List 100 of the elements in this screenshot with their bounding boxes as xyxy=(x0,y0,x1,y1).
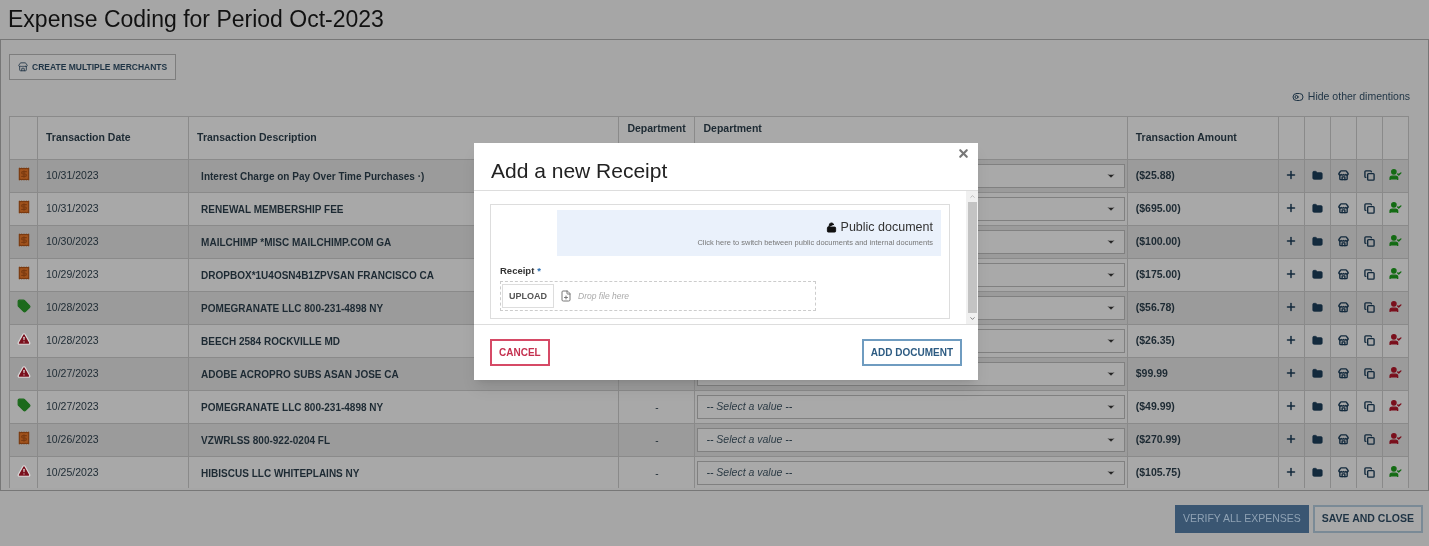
visibility-label: Public document xyxy=(840,219,933,236)
copy-button[interactable] xyxy=(1363,269,1375,280)
verify-button[interactable] xyxy=(1388,333,1402,346)
copy-button[interactable] xyxy=(1363,170,1375,181)
file-icon xyxy=(560,290,572,303)
dropdown-caret-icon xyxy=(1105,402,1116,412)
add-button[interactable] xyxy=(1285,202,1298,214)
add-button[interactable] xyxy=(1285,367,1298,379)
column-header: Transaction Amount xyxy=(1127,116,1279,160)
hide-dimensions-toggle[interactable]: Hide other dimentions xyxy=(1291,90,1410,104)
verify-button[interactable] xyxy=(1388,399,1402,412)
merchant-button[interactable] xyxy=(1337,467,1349,478)
folder-button[interactable] xyxy=(1311,236,1323,247)
department-select[interactable]: -- Select a value -- xyxy=(697,461,1125,485)
verify-button[interactable] xyxy=(1388,432,1402,445)
add-button[interactable] xyxy=(1285,235,1298,247)
date-cell: 10/26/2023 xyxy=(37,423,189,457)
folder-button[interactable] xyxy=(1311,170,1323,181)
add-button[interactable] xyxy=(1285,301,1298,313)
merchant-button[interactable] xyxy=(1337,368,1349,379)
add-button[interactable] xyxy=(1285,400,1298,412)
copy-button[interactable] xyxy=(1363,335,1375,346)
folder-button[interactable] xyxy=(1311,434,1323,445)
dropdown-caret-icon xyxy=(1105,303,1116,313)
scroll-down-icon[interactable] xyxy=(968,315,976,322)
save-close-button[interactable]: SAVE AND CLOSE xyxy=(1312,504,1423,533)
copy-button[interactable] xyxy=(1363,467,1375,478)
amount-cell: ($270.99) xyxy=(1127,423,1279,457)
date-cell: 10/27/2023 xyxy=(37,390,189,424)
description-cell: POMEGRANATE LLC 800-231-4898 NY xyxy=(188,390,619,424)
add-button[interactable] xyxy=(1285,169,1298,181)
amount-cell: ($175.00) xyxy=(1127,258,1279,292)
unlock-icon xyxy=(825,221,837,233)
verify-button[interactable] xyxy=(1388,267,1402,280)
store-icon xyxy=(18,62,28,72)
upload-button[interactable]: UPLOAD xyxy=(502,284,554,309)
add-button[interactable] xyxy=(1285,433,1298,445)
drop-zone[interactable]: UPLOAD Drop file here xyxy=(500,281,816,312)
dropdown-caret-icon xyxy=(1105,270,1116,280)
add-button[interactable] xyxy=(1285,268,1298,280)
folder-button[interactable] xyxy=(1311,302,1323,313)
date-cell: 10/31/2023 xyxy=(37,159,189,193)
date-cell: 10/30/2023 xyxy=(37,225,189,259)
department-value: - xyxy=(655,467,659,479)
copy-button[interactable] xyxy=(1363,368,1375,379)
dropdown-caret-icon xyxy=(1105,336,1116,346)
merchant-button[interactable] xyxy=(1337,236,1349,247)
verify-all-button[interactable]: VERIFY ALL EXPENSES xyxy=(1174,504,1309,533)
dropdown-caret-icon xyxy=(1105,435,1116,445)
folder-button[interactable] xyxy=(1311,269,1323,280)
merchant-button[interactable] xyxy=(1337,335,1349,346)
amount-cell: ($25.88) xyxy=(1127,159,1279,193)
amount-cell: ($49.99) xyxy=(1127,390,1279,424)
folder-button[interactable] xyxy=(1311,203,1323,214)
dropdown-caret-icon xyxy=(1105,468,1116,478)
column-header: Transaction Date xyxy=(37,116,189,160)
amount-cell: ($695.00) xyxy=(1127,192,1279,226)
folder-button[interactable] xyxy=(1311,401,1323,412)
toggle-icon xyxy=(1291,91,1304,103)
date-cell: 10/27/2023 xyxy=(37,357,189,391)
date-cell: 10/28/2023 xyxy=(37,291,189,325)
add-button[interactable] xyxy=(1285,466,1298,478)
cancel-button[interactable]: CANCEL xyxy=(490,339,550,366)
verify-button[interactable] xyxy=(1388,366,1402,379)
description-cell: VZWRLSS 800-922-0204 FL xyxy=(188,423,619,457)
verify-button[interactable] xyxy=(1388,300,1402,313)
amount-cell: ($100.00) xyxy=(1127,225,1279,259)
add-document-button[interactable]: ADD DOCUMENT xyxy=(861,339,962,366)
copy-button[interactable] xyxy=(1363,401,1375,412)
folder-button[interactable] xyxy=(1311,467,1323,478)
dropdown-caret-icon xyxy=(1105,369,1116,379)
verify-button[interactable] xyxy=(1388,465,1402,478)
date-cell: 10/29/2023 xyxy=(37,258,189,292)
create-merchants-button[interactable]: CREATE MULTIPLE MERCHANTS xyxy=(9,54,177,80)
date-cell: 10/31/2023 xyxy=(37,192,189,226)
required-mark: * xyxy=(537,264,542,278)
merchant-button[interactable] xyxy=(1337,203,1349,214)
copy-button[interactable] xyxy=(1363,203,1375,214)
merchant-button[interactable] xyxy=(1337,401,1349,412)
amount-cell: ($26.35) xyxy=(1127,324,1279,358)
add-button[interactable] xyxy=(1285,334,1298,346)
dropdown-caret-icon xyxy=(1105,237,1116,247)
page-title: Expense Coding for Period Oct-2023 xyxy=(8,5,384,35)
folder-button[interactable] xyxy=(1311,368,1323,379)
copy-button[interactable] xyxy=(1363,434,1375,445)
merchant-button[interactable] xyxy=(1337,302,1349,313)
copy-button[interactable] xyxy=(1363,236,1375,247)
close-button[interactable] xyxy=(957,147,970,160)
verify-button[interactable] xyxy=(1388,201,1402,214)
scrollbar[interactable] xyxy=(966,191,978,324)
merchant-button[interactable] xyxy=(1337,269,1349,280)
copy-button[interactable] xyxy=(1363,302,1375,313)
dropdown-caret-icon xyxy=(1105,204,1116,214)
merchant-button[interactable] xyxy=(1337,434,1349,445)
date-cell: 10/28/2023 xyxy=(37,324,189,358)
department-select[interactable]: -- Select a value -- xyxy=(697,395,1125,419)
department-select[interactable]: -- Select a value -- xyxy=(697,428,1125,452)
merchant-button[interactable] xyxy=(1337,170,1349,181)
folder-button[interactable] xyxy=(1311,335,1323,346)
amount-cell: ($56.78) xyxy=(1127,291,1279,325)
